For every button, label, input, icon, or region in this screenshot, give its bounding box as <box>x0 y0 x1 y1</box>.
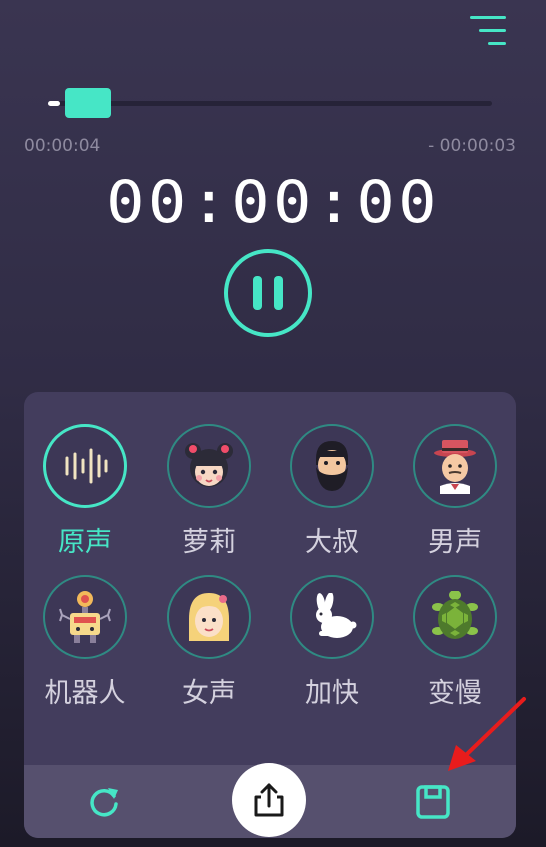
effect-original[interactable]: 原声 <box>30 424 140 574</box>
effect-label: 机器人 <box>44 678 126 709</box>
effect-loli[interactable]: 萝莉 <box>154 424 264 574</box>
effect-robot[interactable]: 机器人 <box>30 575 140 725</box>
effect-label: 大叔 <box>305 527 359 558</box>
man-hat-icon <box>434 440 476 494</box>
refresh-icon[interactable] <box>86 784 122 824</box>
menu-line <box>470 16 506 19</box>
share-icon <box>254 783 284 817</box>
effect-icon-circle <box>290 424 374 508</box>
turtle-icon <box>432 591 478 639</box>
menu-icon[interactable] <box>470 14 510 48</box>
menu-line <box>488 42 506 45</box>
effect-icon-circle <box>43 575 127 659</box>
effect-label: 加快 <box>305 678 359 709</box>
effect-icon-circle <box>167 424 251 508</box>
annotation-arrow <box>448 697 526 771</box>
effect-label: 男声 <box>428 527 482 558</box>
share-button[interactable] <box>232 763 306 837</box>
elapsed-time: 00:00:04 <box>24 136 101 156</box>
effect-label: 女声 <box>182 678 236 709</box>
effect-icon-circle <box>43 424 127 508</box>
woman-face-icon <box>189 593 229 641</box>
robot-icon <box>59 591 111 643</box>
pause-icon <box>253 276 262 310</box>
bearded-man-icon <box>316 441 348 491</box>
recording-timer: 00:00:00 <box>106 168 440 236</box>
pause-button[interactable] <box>224 249 312 337</box>
effect-female[interactable]: 女声 <box>154 575 264 725</box>
effect-label: 萝莉 <box>182 527 236 558</box>
effect-label: 原声 <box>58 527 112 558</box>
seek-bar[interactable] <box>48 88 492 118</box>
girl-face-icon <box>185 443 233 487</box>
remaining-time: - 00:00:03 <box>428 136 516 156</box>
seek-progress <box>48 101 60 106</box>
effect-icon-circle <box>167 575 251 659</box>
seek-thumb[interactable] <box>64 88 111 118</box>
effect-uncle[interactable]: 大叔 <box>277 424 387 574</box>
rabbit-icon <box>316 593 357 638</box>
effect-male[interactable]: 男声 <box>400 424 510 574</box>
menu-line <box>479 29 506 32</box>
save-icon[interactable] <box>414 783 452 825</box>
waveform-icon <box>65 448 108 484</box>
effect-faster[interactable]: 加快 <box>277 575 387 725</box>
effect-icon-circle <box>413 424 497 508</box>
seek-track <box>48 101 492 106</box>
effect-icon-circle <box>290 575 374 659</box>
pause-icon <box>274 276 283 310</box>
effect-icon-circle <box>413 575 497 659</box>
